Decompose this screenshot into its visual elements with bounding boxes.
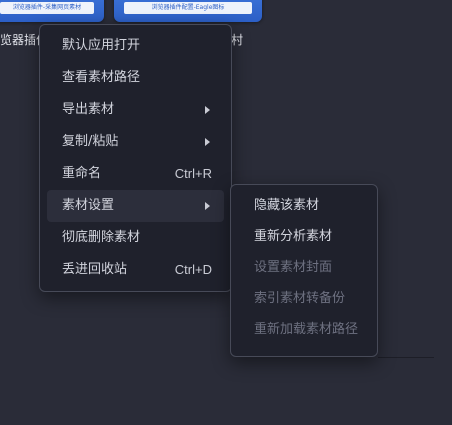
menu-item-label: 重命名 [62,166,102,181]
thumbnail-banner-text: 浏览器插件配置-Eagle图标 [151,4,225,11]
asset-settings-submenu: 隐藏该素材 重新分析素材 设置素材封面 索引素材转备份 重新加载素材路径 [230,184,378,357]
submenu-item-index-to-backup: 索引素材转备份 [238,283,370,314]
asset-thumbnail[interactable]: 浏览器插件配置-Eagle图标 [114,0,262,22]
menu-item-label: 设置素材封面 [254,260,333,275]
menu-item-label: 索引素材转备份 [254,291,346,306]
thumbnail-caption: 村 [231,33,244,47]
menu-item-label: 彻底删除素材 [62,230,141,245]
menu-item-copy-paste[interactable]: 复制/粘贴 [47,126,224,158]
submenu-item-reload-path: 重新加载素材路径 [238,314,370,345]
asset-thumbnail[interactable]: 浏览器插件-采集网页素材 [0,0,104,22]
thumbnail-banner: 浏览器插件配置-Eagle图标 [124,2,252,14]
submenu-item-set-cover: 设置素材封面 [238,252,370,283]
menu-item-label: 素材设置 [62,198,115,213]
thumbnail-banner-text: 浏览器插件-采集网页素材 [12,4,82,11]
menu-item-label: 隐藏该素材 [254,198,320,213]
chevron-right-icon [205,106,210,114]
menu-item-label: 查看素材路径 [62,70,141,85]
menu-item-move-to-trash[interactable]: 丢进回收站 Ctrl+D [47,254,224,286]
submenu-item-hide-asset[interactable]: 隐藏该素材 [238,190,370,221]
submenu-item-reanalyze[interactable]: 重新分析素材 [238,221,370,252]
menu-item-export[interactable]: 导出素材 [47,94,224,126]
menu-item-label: 复制/粘贴 [62,134,119,149]
thumbnail-banner: 浏览器插件-采集网页素材 [0,2,94,14]
menu-item-label: 重新分析素材 [254,229,333,244]
menu-item-open-default[interactable]: 默认应用打开 [47,30,224,62]
divider [378,357,434,358]
shortcut-hint: Ctrl+R [174,166,212,181]
menu-item-view-path[interactable]: 查看素材路径 [47,62,224,94]
menu-item-label: 导出素材 [62,102,115,117]
menu-item-rename[interactable]: 重命名 Ctrl+R [47,158,224,190]
menu-item-delete-permanently[interactable]: 彻底删除素材 [47,222,224,254]
menu-item-label: 丢进回收站 [62,262,128,277]
context-menu: 默认应用打开 查看素材路径 导出素材 复制/粘贴 重命名 Ctrl+R 素材设置… [39,24,232,292]
menu-item-label: 重新加载素材路径 [254,322,359,337]
shortcut-hint: Ctrl+D [174,262,212,277]
menu-item-asset-settings[interactable]: 素材设置 [47,190,224,222]
menu-item-label: 默认应用打开 [62,38,141,53]
chevron-right-icon [205,138,210,146]
chevron-right-icon [205,202,210,210]
